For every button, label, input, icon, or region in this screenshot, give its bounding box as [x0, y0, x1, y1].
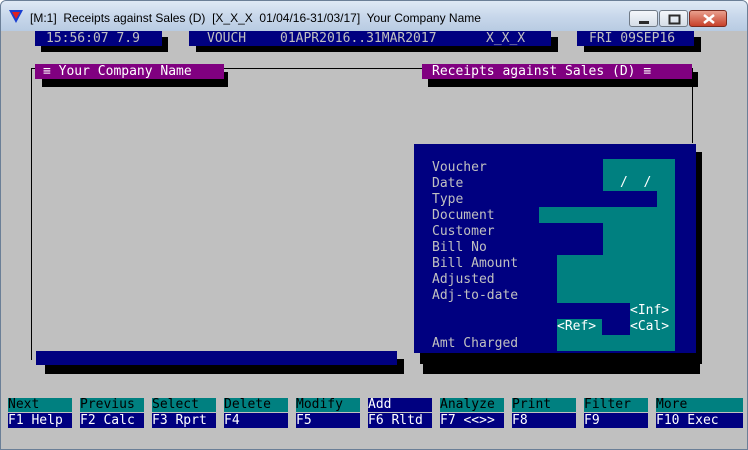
fkey-2-label: F2 Calc	[80, 413, 144, 428]
maximize-button[interactable]	[659, 10, 688, 27]
customer-label: Customer	[432, 224, 495, 239]
cal-button-label: <Cal>	[630, 319, 670, 334]
fkey-7-label: F7 <<>>	[440, 413, 504, 428]
bill-amount-field[interactable]	[557, 255, 675, 271]
period-label: 01APR2016..31MAR2017	[280, 31, 437, 46]
inf-button-label: <Inf>	[630, 303, 670, 318]
voucher-form-panel: Voucher Date Type Document Customer Bill…	[414, 144, 696, 353]
type-label: Type	[432, 192, 464, 207]
console-area: 15:56:07 7.9 VOUCH 01APR2016..31MAR2017 …	[6, 31, 743, 445]
fkey-6-label: F6 Rltd	[368, 413, 432, 428]
close-button[interactable]	[689, 10, 727, 27]
company-code-label: X_X_X	[486, 31, 526, 46]
amt-charged-label: Amt Charged	[432, 336, 519, 351]
ref-button-label: <Ref>	[557, 319, 597, 334]
fkey-1-action: Next	[8, 398, 72, 412]
close-icon	[703, 14, 715, 24]
minimize-icon	[639, 21, 649, 24]
minimize-button[interactable]	[629, 10, 658, 27]
fkey-4[interactable]: Delete F4	[224, 398, 288, 428]
fkey-10[interactable]: More F10 Exec	[656, 398, 743, 428]
fkey-8[interactable]: Print F8	[512, 398, 576, 428]
screen-title-tab: Receipts against Sales (D) ≡	[422, 64, 692, 79]
date-label: Date	[432, 176, 464, 191]
fkey-9-label: F9	[584, 413, 648, 428]
voucher-field[interactable]	[603, 159, 675, 175]
fkey-6-action: Add	[368, 398, 432, 412]
bill-no-field[interactable]	[603, 239, 675, 255]
date-field-value: / /	[620, 175, 652, 190]
clock-display: 15:56:07 7.9	[35, 31, 162, 46]
fkey-10-label: F10 Exec	[656, 413, 743, 428]
adjusted-field[interactable]	[557, 271, 675, 287]
adj-to-date-label: Adj-to-date	[432, 288, 519, 303]
fkey-2-action: Previus	[80, 398, 144, 412]
message-bar	[36, 351, 397, 365]
document-label: Document	[432, 208, 495, 223]
company-title-tab: ≡ Your Company Name	[35, 64, 224, 79]
fkey-4-label: F4	[224, 413, 288, 428]
fkey-2[interactable]: Previus F2 Calc	[80, 398, 144, 428]
fkey-5-action: Modify	[296, 398, 360, 412]
adjusted-label: Adjusted	[432, 272, 495, 287]
fkey-7[interactable]: Analyze F7 <<>>	[440, 398, 504, 428]
inf-button[interactable]: <Inf>	[630, 303, 675, 319]
ref-button[interactable]: <Ref>	[557, 319, 602, 335]
bill-no-label: Bill No	[432, 240, 487, 255]
customer-field[interactable]	[603, 223, 675, 239]
date-field[interactable]: / /	[603, 175, 675, 191]
fkey-5[interactable]: Modify F5	[296, 398, 360, 428]
type-field-indicator	[657, 191, 675, 207]
cal-button[interactable]: <Cal>	[630, 319, 675, 335]
title-bar[interactable]: [M:1] Receipts against Sales (D) [X_X_X …	[1, 1, 747, 31]
fkey-5-label: F5	[296, 413, 360, 428]
amt-charged-field[interactable]	[557, 335, 675, 351]
fkey-7-action: Analyze	[440, 398, 504, 412]
date-display: FRI 09SEP16	[577, 31, 694, 46]
fkey-10-action: More	[656, 398, 743, 412]
voucher-label: Voucher	[432, 160, 487, 175]
window-title: [M:1] Receipts against Sales (D) [X_X_X …	[30, 11, 481, 25]
fkey-3-label: F3 Rprt	[152, 413, 216, 428]
app-logo-icon	[9, 10, 23, 23]
fkey-8-action: Print	[512, 398, 576, 412]
fkey-6[interactable]: Add F6 Rltd	[368, 398, 432, 428]
fkey-9-action: Filter	[584, 398, 648, 412]
bill-amount-label: Bill Amount	[432, 256, 519, 271]
maximize-icon	[668, 14, 681, 25]
fkey-1[interactable]: Next F1 Help	[8, 398, 72, 428]
adj-to-date-field[interactable]	[557, 287, 675, 303]
fkey-3[interactable]: Select F3 Rprt	[152, 398, 216, 428]
fkey-9[interactable]: Filter F9	[584, 398, 648, 428]
document-field[interactable]	[539, 207, 675, 223]
function-key-bar: Next F1 Help Previus F2 Calc Select F3 R…	[6, 398, 743, 432]
fkey-4-action: Delete	[224, 398, 288, 412]
fkey-1-label: F1 Help	[8, 413, 72, 428]
app-window: [M:1] Receipts against Sales (D) [X_X_X …	[0, 0, 748, 450]
mode-display: VOUCH 01APR2016..31MAR2017 X_X_X	[189, 31, 551, 46]
fkey-8-label: F8	[512, 413, 576, 428]
mode-label: VOUCH	[207, 31, 247, 46]
fkey-3-action: Select	[152, 398, 216, 412]
